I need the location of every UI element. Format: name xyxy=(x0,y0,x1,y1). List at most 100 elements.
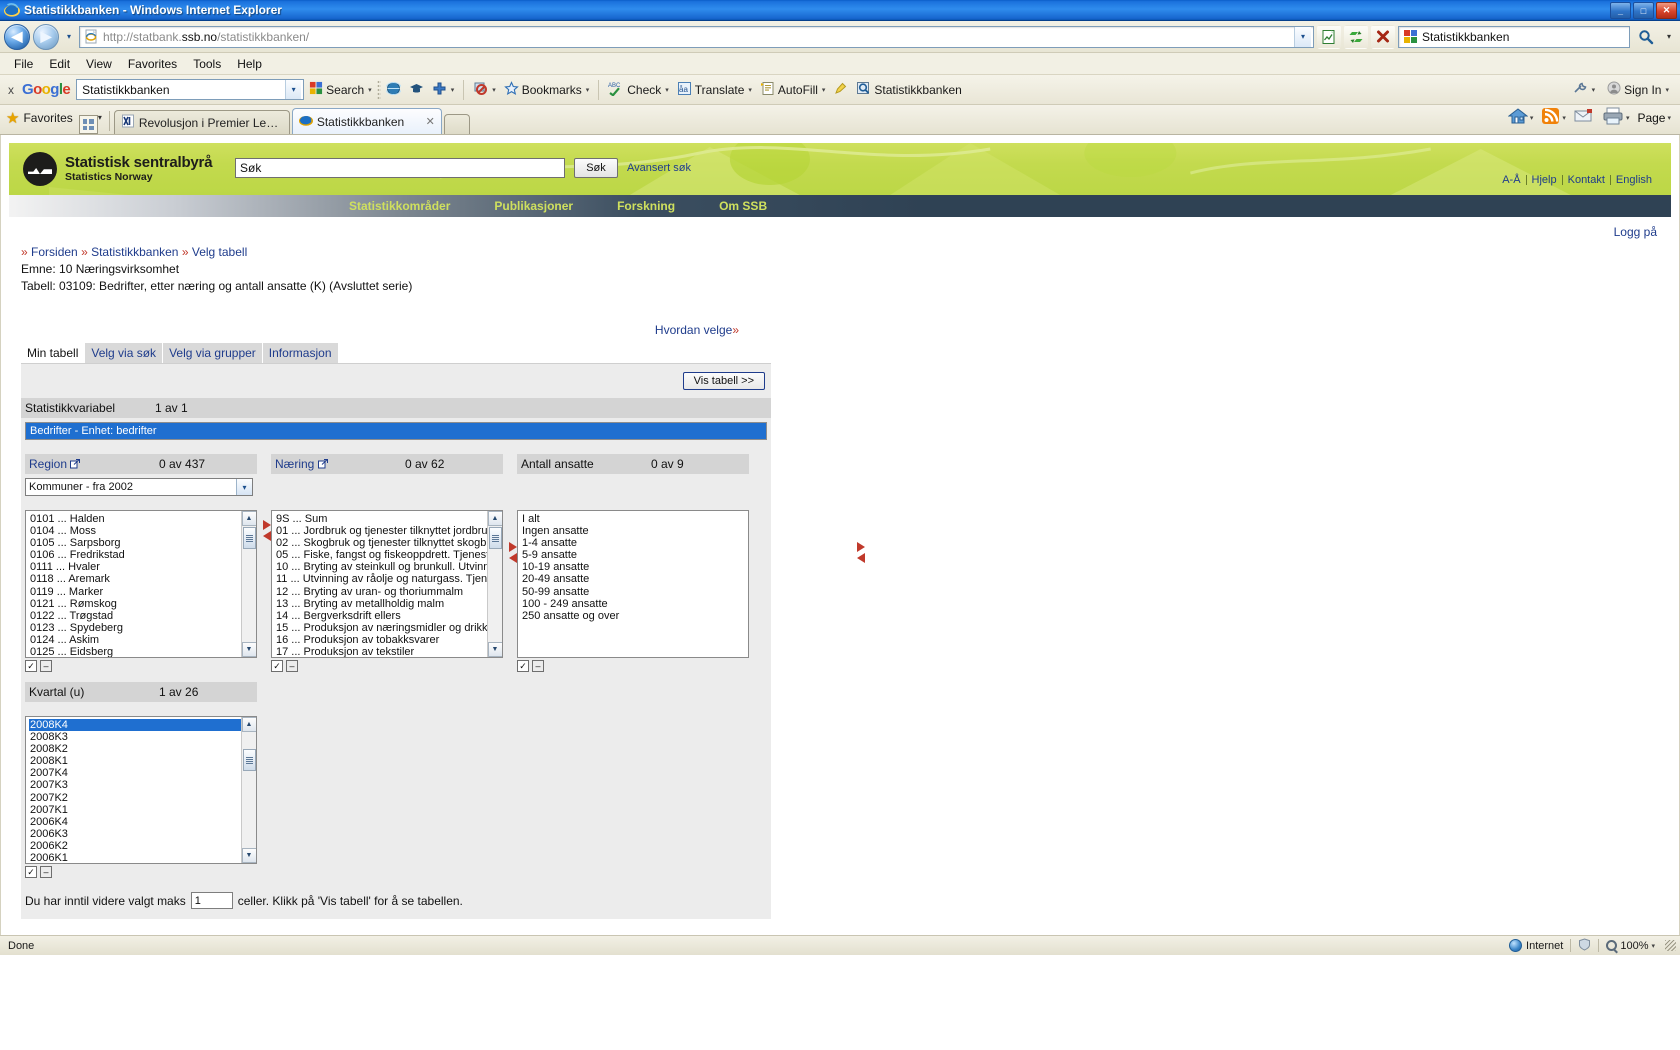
menu-item-edit[interactable]: Edit xyxy=(41,55,78,73)
tab-velg-via-grupper-link[interactable]: Velg via grupper xyxy=(169,346,256,360)
autofill-button[interactable]: AutoFill ▾ xyxy=(757,79,829,101)
list-item[interactable]: 50-99 ansatte xyxy=(521,586,748,598)
site-search-input[interactable] xyxy=(235,158,565,178)
statvariable-listbox[interactable]: Bedrifter - Enhet: bedrifter xyxy=(25,422,767,440)
naering-items[interactable]: 9S ... Sum 01 ... Jordbruk og tjenester … xyxy=(272,511,487,657)
tab-velg-via-sok-link[interactable]: Velg via søk xyxy=(91,346,156,360)
list-item[interactable]: 2006K4 xyxy=(29,816,241,828)
mail-button[interactable] xyxy=(1571,106,1597,129)
naering-scrollbar[interactable]: ▲ ▼ xyxy=(487,511,502,657)
list-item[interactable]: 0104 ... Moss xyxy=(29,525,241,537)
list-item[interactable]: 2006K3 xyxy=(29,828,241,840)
advanced-search-link[interactable]: Avansert søk xyxy=(627,162,691,174)
select-all-checkbox[interactable]: ✓ xyxy=(271,660,283,672)
menu-item-favorites[interactable]: Favorites xyxy=(120,55,185,73)
how-to-choose-link[interactable]: Hvordan velge xyxy=(655,323,732,337)
forward-button[interactable]: ▶ xyxy=(33,23,59,50)
nav-item-publikasjoner[interactable]: Publikasjoner xyxy=(472,199,595,213)
menu-item-help[interactable]: Help xyxy=(229,55,270,73)
nav-item-om-ssb[interactable]: Om SSB xyxy=(697,199,789,213)
resize-grip-icon[interactable] xyxy=(1665,940,1676,951)
region-label[interactable]: Region xyxy=(29,457,67,471)
chevron-down-icon[interactable]: ▾ xyxy=(665,86,669,94)
refresh-icon[interactable] xyxy=(1344,24,1368,49)
scroll-down-icon[interactable]: ▼ xyxy=(241,848,256,863)
list-item[interactable]: 0119 ... Marker xyxy=(29,586,241,598)
google-search-dropdown-icon[interactable]: ▾ xyxy=(285,80,302,99)
tab-min-tabell[interactable]: Min tabell xyxy=(21,343,85,363)
scroll-thumb[interactable] xyxy=(242,749,256,771)
arrow-left-icon[interactable] xyxy=(857,553,865,563)
chevron-down-icon[interactable]: ▾ xyxy=(1626,114,1630,122)
chevron-down-icon[interactable]: ▾ xyxy=(748,86,752,94)
scroll-thumb[interactable] xyxy=(488,527,502,549)
list-item[interactable]: 250 ansatte og over xyxy=(521,610,748,622)
list-item[interactable]: 05 ... Fiske, fangst og fiskeoppdrett. T… xyxy=(275,549,487,561)
link-contact[interactable]: Kontakt xyxy=(1563,174,1610,186)
chevron-down-icon[interactable]: ▾ xyxy=(822,86,826,94)
chevron-down-icon[interactable]: ▾ xyxy=(236,479,252,495)
google-search-input[interactable]: Statistikkbanken ▾ xyxy=(76,79,305,100)
shield-icon[interactable] xyxy=(1578,937,1591,954)
toolbar-close-button[interactable]: x xyxy=(4,83,18,97)
chevron-down-icon[interactable]: ▾ xyxy=(1665,86,1669,94)
naering-label[interactable]: Næring xyxy=(275,457,314,471)
breadcrumb-item-statistikkbanken[interactable]: Statistikkbanken xyxy=(91,245,178,259)
list-item[interactable]: 1-4 ansatte xyxy=(521,537,748,549)
compatibility-view-icon[interactable] xyxy=(1317,24,1341,49)
translate-button[interactable]: åa Translate ▾ xyxy=(674,79,755,101)
list-item[interactable]: 2006K1 xyxy=(29,852,241,863)
select-all-checkbox[interactable]: ✓ xyxy=(25,866,37,878)
chevron-down-icon[interactable]: ▾ xyxy=(492,86,496,94)
chevron-down-icon[interactable]: ▾ xyxy=(451,86,455,94)
favorites-bar-button[interactable]: ★ Favorites xyxy=(6,104,73,134)
minimize-button[interactable]: _ xyxy=(1610,2,1631,19)
statvariable-option-selected[interactable]: Bedrifter - Enhet: bedrifter xyxy=(26,423,766,439)
scroll-down-icon[interactable]: ▼ xyxy=(487,642,502,657)
list-item-selected[interactable]: 2008K4 xyxy=(29,719,241,732)
scroll-down-icon[interactable]: ▼ xyxy=(241,642,256,657)
list-item[interactable]: 2007K1 xyxy=(29,804,241,816)
arrow-right-icon[interactable] xyxy=(857,542,865,552)
list-item[interactable]: 17 ... Produksjon av tekstiler xyxy=(275,646,487,657)
bookmarks-button[interactable]: Bookmarks ▾ xyxy=(501,79,593,101)
ssb-logo[interactable]: Statistisk sentralbyrå Statistics Norway xyxy=(23,152,213,186)
breadcrumb-item-velg-tabell[interactable]: Velg tabell xyxy=(192,245,247,259)
list-item[interactable]: 2008K1 xyxy=(29,755,241,767)
link-english[interactable]: English xyxy=(1611,174,1657,186)
tab-velg-via-grupper[interactable]: Velg via grupper xyxy=(163,343,262,363)
list-item[interactable]: 0124 ... Askim xyxy=(29,634,241,646)
menu-item-tools[interactable]: Tools xyxy=(185,55,229,73)
cell-count-input[interactable] xyxy=(190,892,233,909)
chevron-down-icon[interactable]: ▾ xyxy=(1562,114,1566,122)
nav-item-statistikkomrader[interactable]: Statistikkområder xyxy=(327,199,472,213)
list-item[interactable]: 10-19 ansatte xyxy=(521,561,748,573)
list-item[interactable]: 5-9 ansatte xyxy=(521,549,748,561)
arrow-left-icon[interactable] xyxy=(263,531,271,541)
stop-icon[interactable] xyxy=(1371,24,1395,49)
search-input[interactable]: Statistikkbanken xyxy=(1398,25,1630,48)
list-item[interactable]: 15 ... Produksjon av næringsmidler og dr… xyxy=(275,622,487,634)
address-dropdown-icon[interactable]: ▾ xyxy=(1294,26,1311,47)
select-all-checkbox[interactable]: ✓ xyxy=(25,660,37,672)
tab-velg-via-sok[interactable]: Velg via søk xyxy=(85,343,163,363)
list-item[interactable]: 10 ... Bryting av steinkull og brunkull.… xyxy=(275,561,487,573)
find-highlight-button[interactable]: Statistikkbanken xyxy=(853,79,964,101)
print-button[interactable]: ▾ xyxy=(1599,105,1633,130)
scroll-thumb[interactable] xyxy=(242,527,256,549)
list-item[interactable]: 9S ... Sum xyxy=(275,513,487,525)
maximize-button[interactable]: □ xyxy=(1633,2,1654,19)
spellcheck-button[interactable]: ABC Check ▾ xyxy=(605,79,672,101)
arrow-right-icon[interactable] xyxy=(509,542,517,552)
list-item[interactable]: 0121 ... Rømskog xyxy=(29,598,241,610)
external-link-icon[interactable] xyxy=(70,457,81,471)
list-item[interactable]: 0105 ... Sarpsborg xyxy=(29,537,241,549)
list-item[interactable]: Ingen ansatte xyxy=(521,525,748,537)
toolbar-grip[interactable] xyxy=(376,79,381,100)
list-item[interactable]: 14 ... Bergverksdrift ellers xyxy=(275,610,487,622)
highlight-button[interactable] xyxy=(830,79,851,101)
menu-item-file[interactable]: File xyxy=(6,55,41,73)
kvartal-items[interactable]: 2008K4 2008K3 2008K2 2008K1 2007K4 2007K… xyxy=(26,717,241,863)
login-link[interactable]: Logg på xyxy=(1614,225,1657,239)
antall-ansatte-listbox[interactable]: I alt Ingen ansatte 1-4 ansatte 5-9 ansa… xyxy=(517,510,749,658)
